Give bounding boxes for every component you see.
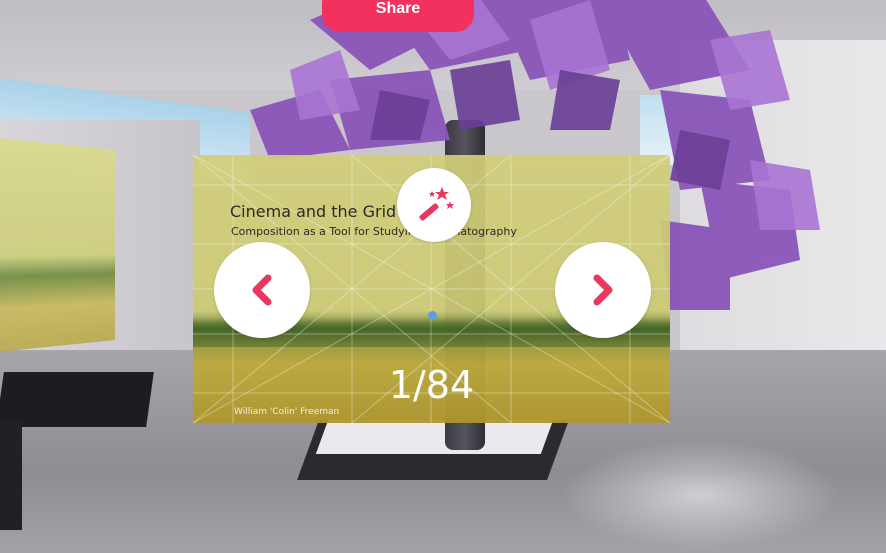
chevron-left-icon	[252, 274, 272, 306]
chevron-right-icon	[593, 274, 613, 306]
previous-slide-button[interactable]	[214, 242, 310, 338]
slide-counter: 1/84	[388, 363, 475, 407]
pedestal-top	[315, 420, 554, 454]
share-button[interactable]: Share	[322, 0, 474, 32]
table-leg	[0, 420, 22, 530]
floor-light-patch	[560, 440, 840, 550]
slide-author: William 'Colin' Freeman	[234, 407, 340, 417]
black-table	[0, 372, 154, 427]
gallery-3d-scene[interactable]: Cinema and the Grid Composition as a Too…	[0, 0, 886, 553]
magic-wand-icon	[419, 187, 454, 221]
slide-title: Cinema and the Grid	[230, 202, 397, 221]
left-wall-artwork[interactable]	[0, 137, 115, 353]
slide-subtitle: Composition as a Tool for Studying Cinem…	[231, 225, 517, 238]
effects-button[interactable]	[397, 168, 471, 242]
gaze-pointer-dot	[428, 311, 437, 320]
next-slide-button[interactable]	[555, 242, 651, 338]
